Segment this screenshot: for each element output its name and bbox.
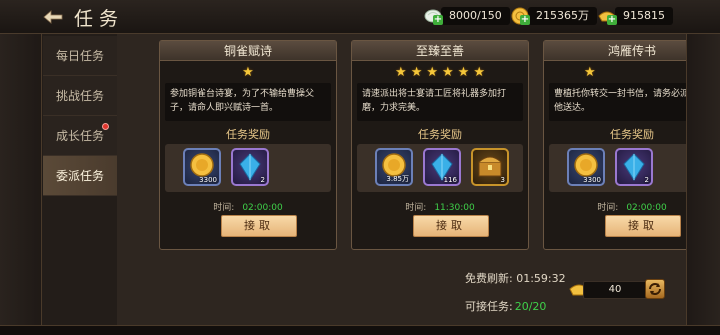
time-label: 时间: xyxy=(213,203,235,213)
gold-coin-icon[interactable]: 3.85万 xyxy=(375,148,413,186)
item-count: 3300 xyxy=(199,176,217,184)
star-icon: ★ xyxy=(473,64,485,80)
reward-box: 3300 2 xyxy=(549,144,686,192)
stamina-value: 8000/150 xyxy=(441,7,510,25)
tab-dispatch-label: 委派任务 xyxy=(55,169,104,183)
tab-challenge-label: 挑战任务 xyxy=(55,89,104,103)
back-arrow-icon[interactable] xyxy=(42,8,64,26)
tab-daily[interactable]: 每日任务 xyxy=(43,36,117,76)
page-title: 任务 xyxy=(74,8,125,30)
item-count: 3.85万 xyxy=(386,175,409,183)
reward-box: 3300 2 xyxy=(165,144,331,192)
star-icon: ★ xyxy=(442,64,454,80)
tab-daily-label: 每日任务 xyxy=(55,49,104,63)
blue-gem-icon[interactable]: 2 xyxy=(615,148,653,186)
item-count: 116 xyxy=(443,176,457,184)
tab-growth-label: 成长任务 xyxy=(55,129,104,143)
right-border xyxy=(686,34,720,335)
star-rating: ★ xyxy=(160,61,336,83)
available-tasks-row: 可接任务: 20/20 xyxy=(465,298,546,314)
left-border xyxy=(0,34,42,335)
available-label: 可接任务: xyxy=(465,300,513,313)
star-icon: ★ xyxy=(457,64,470,80)
task-card: 铜雀赋诗 ★ 参加铜雀台诗宴，为了不输给曹操父子，请命人即兴赋诗一首。 任务奖励… xyxy=(159,40,337,250)
accept-button[interactable]: 接取 xyxy=(605,215,681,237)
gold-coin-icon[interactable]: 3300 xyxy=(567,148,605,186)
resource-ingot[interactable]: + 915815 xyxy=(597,6,673,26)
star-rating: ★ ★ ★ ★ ★ ★ xyxy=(352,61,528,83)
task-description: 请速派出将士宴请工匠将礼器多加打磨，力求完美。 xyxy=(357,83,523,121)
time-label: 时间: xyxy=(405,203,427,213)
add-gold-icon[interactable]: + xyxy=(520,15,530,25)
task-title: 铜雀赋诗 xyxy=(160,41,336,61)
task-title: 至臻至善 xyxy=(352,41,528,61)
task-card: 至臻至善 ★ ★ ★ ★ ★ ★ 请速派出将士宴请工匠将礼器多加打磨，力求完美。… xyxy=(351,40,529,250)
blue-gem-icon[interactable]: 2 xyxy=(231,148,269,186)
item-count: 2 xyxy=(260,176,265,184)
reward-title: 任务奖励 xyxy=(226,128,270,141)
treasure-chest-icon[interactable]: 3 xyxy=(471,148,509,186)
item-count: 3300 xyxy=(583,176,601,184)
free-refresh-timer: 01:59:32 xyxy=(516,272,566,285)
notification-dot xyxy=(102,123,109,130)
refresh-icon[interactable] xyxy=(645,279,665,299)
star-rating: ★ xyxy=(544,61,686,83)
free-refresh-row: 免费刷新: 01:59:32 xyxy=(465,270,566,286)
task-card: 鸿雁传书 ★ 曹植托你转交一封书信，请务必派人帮他送达。 任务奖励 3300 2… xyxy=(543,40,686,250)
task-description: 曹植托你转交一封书信，请务必派人帮他送达。 xyxy=(549,83,686,121)
time-row: 时间: 02:00:00 xyxy=(160,200,336,213)
available-count: 20/20 xyxy=(514,300,547,313)
tab-dispatch[interactable]: 委派任务 xyxy=(43,156,117,196)
star-icon: ★ xyxy=(584,64,596,80)
reward-title: 任务奖励 xyxy=(610,128,654,141)
star-icon: ★ xyxy=(395,64,407,80)
task-title: 鸿雁传书 xyxy=(544,41,686,61)
tab-challenge[interactable]: 挑战任务 xyxy=(43,76,117,116)
time-value: 02:00:00 xyxy=(626,203,667,213)
item-count: 2 xyxy=(644,176,649,184)
star-icon: ★ xyxy=(410,64,423,80)
time-row: 时间: 11:30:00 xyxy=(352,200,528,213)
free-refresh-label: 免费刷新: xyxy=(465,272,513,285)
bottom-border xyxy=(0,325,720,335)
time-value: 11:30:00 xyxy=(434,203,475,213)
ingot-value: 915815 xyxy=(615,7,673,25)
time-label: 时间: xyxy=(597,203,619,213)
reward-box: 3.85万 116 3 xyxy=(357,144,523,192)
blue-gem-icon[interactable]: 116 xyxy=(423,148,461,186)
item-count: 3 xyxy=(500,176,505,184)
tab-growth[interactable]: 成长任务 xyxy=(43,116,117,156)
accept-button[interactable]: 接取 xyxy=(413,215,489,237)
time-row: 时间: 02:00:00 xyxy=(544,200,686,213)
resource-gold[interactable]: + 215365万 xyxy=(510,6,597,26)
time-value: 02:00:00 xyxy=(242,203,283,213)
stamina-icon: + xyxy=(423,6,443,26)
reward-title: 任务奖励 xyxy=(418,128,462,141)
star-icon: ★ xyxy=(426,64,438,80)
task-description: 参加铜雀台诗宴，为了不输给曹操父子，请命人即兴赋诗一首。 xyxy=(165,83,331,121)
accept-button[interactable]: 接取 xyxy=(221,215,297,237)
add-stamina-icon[interactable]: + xyxy=(433,15,443,25)
ingot-icon: + xyxy=(597,6,617,26)
gold-coin-icon: + xyxy=(510,6,530,26)
star-icon: ★ xyxy=(242,64,254,80)
resource-stamina[interactable]: + 8000/150 xyxy=(423,6,510,26)
gold-value: 215365万 xyxy=(528,7,597,25)
add-ingot-icon[interactable]: + xyxy=(607,15,617,25)
gold-coin-icon[interactable]: 3300 xyxy=(183,148,221,186)
refresh-cost: 40 xyxy=(583,281,647,299)
top-bar: 任务 + 8000/150 + 215365万 + 915815 xyxy=(0,0,720,34)
